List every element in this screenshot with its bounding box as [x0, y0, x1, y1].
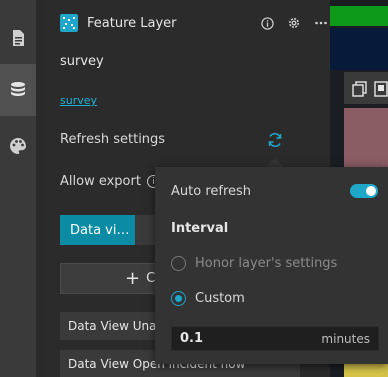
refresh-icon[interactable] — [266, 131, 284, 149]
refresh-settings-label: Refresh settings — [60, 132, 166, 147]
layer-source-link[interactable]: survey — [60, 94, 97, 107]
rail-item-style[interactable] — [0, 120, 36, 172]
radio-button[interactable] — [171, 291, 186, 306]
layout-icon[interactable] — [374, 81, 388, 97]
refresh-settings-popover: Auto refresh Interval Honor layer's sett… — [155, 167, 388, 364]
document-icon — [13, 30, 24, 46]
settings-gear-icon[interactable] — [285, 14, 303, 32]
auto-refresh-label: Auto refresh — [171, 184, 252, 199]
more-horizontal-icon[interactable] — [312, 14, 330, 32]
radio-label: Honor layer's settings — [195, 256, 338, 271]
feature-layer-icon — [60, 14, 78, 32]
create-data-view-button[interactable]: + C — [60, 263, 170, 294]
rail-item-data[interactable] — [0, 64, 36, 116]
rail-item-document[interactable] — [0, 12, 36, 64]
database-icon — [11, 82, 25, 96]
copy-icon[interactable] — [352, 81, 368, 97]
left-icon-rail — [0, 0, 36, 377]
radio-option-custom[interactable]: Custom — [171, 291, 245, 306]
create-button-label: C — [146, 271, 156, 286]
tab-data-view[interactable]: Data vi… — [60, 215, 135, 245]
layer-name: survey — [60, 54, 104, 69]
tab-strip-rest — [135, 215, 155, 245]
toggle-knob — [366, 186, 376, 196]
interval-value[interactable]: 0.1 — [180, 331, 321, 346]
radio-label: Custom — [195, 291, 245, 306]
map-toolbar — [344, 72, 388, 104]
map-widget-green — [330, 6, 388, 26]
allow-export-label: Allow export — [60, 174, 141, 189]
panel-header: Feature Layer — [60, 12, 330, 34]
allow-export-row: Allow export i — [60, 174, 160, 189]
popover-arrow — [266, 158, 284, 167]
radio-button[interactable] — [171, 256, 186, 271]
header-title: Feature Layer — [87, 15, 177, 31]
interval-input[interactable]: 0.1 minutes — [171, 326, 379, 351]
plus-icon: + — [125, 267, 141, 289]
palette-icon — [10, 138, 26, 154]
interval-unit: minutes — [321, 331, 370, 346]
map-widget-navy — [330, 28, 388, 70]
radio-option-honor-layer[interactable]: Honor layer's settings — [171, 256, 337, 271]
auto-refresh-toggle[interactable] — [350, 184, 378, 198]
info-icon[interactable] — [258, 14, 276, 32]
interval-title: Interval — [171, 221, 229, 236]
